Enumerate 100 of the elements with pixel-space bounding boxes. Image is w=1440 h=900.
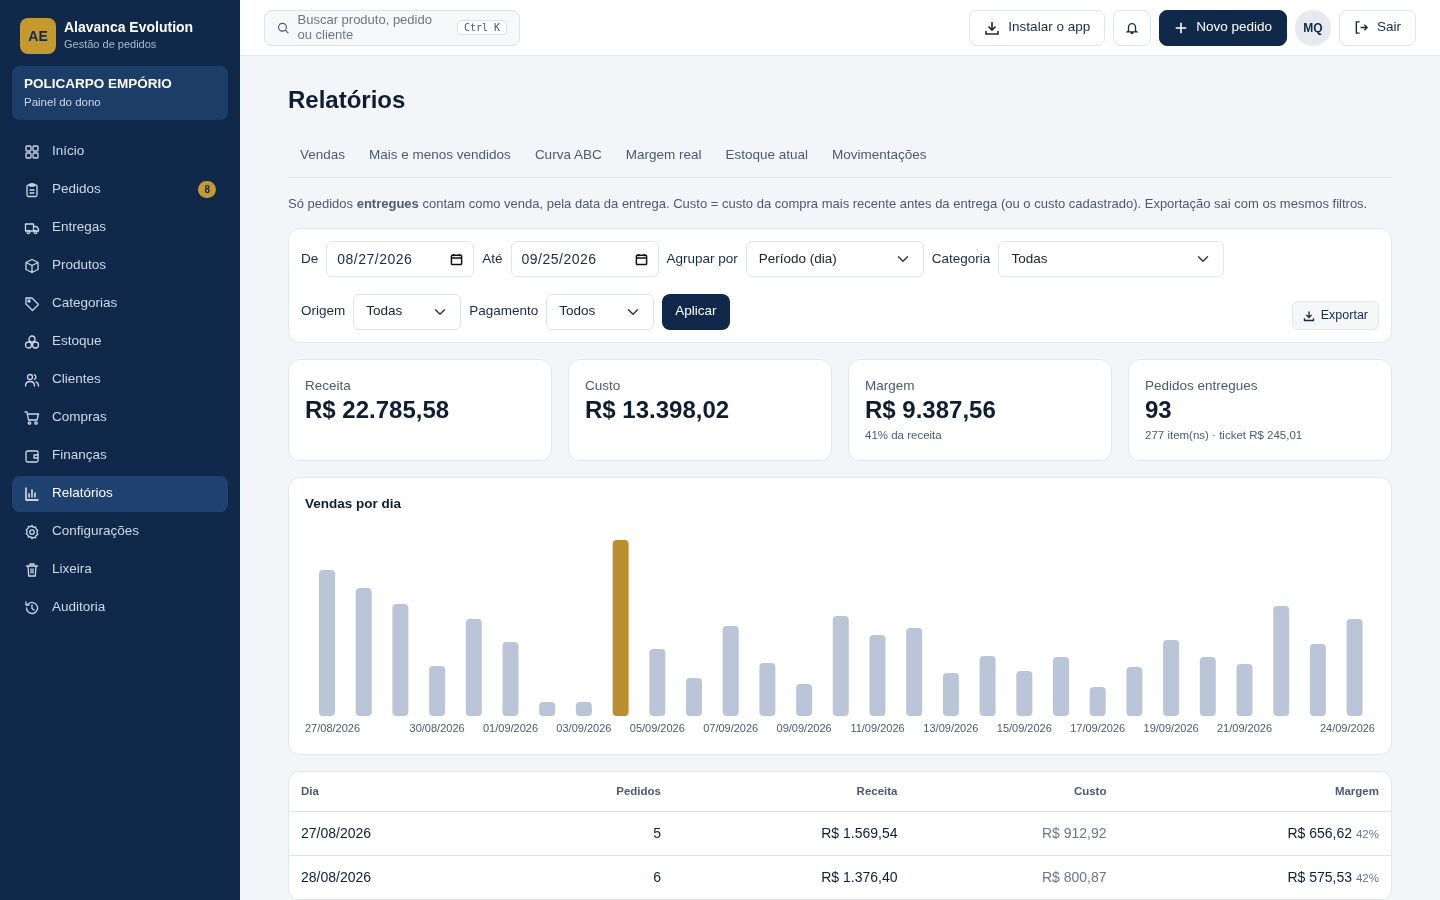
sidebar-item[interactable]: Entregas [12,209,228,246]
brand-subtitle: Gestão de pedidos [64,37,158,53]
sidebar-item[interactable]: Compras [12,399,228,436]
select-field[interactable]: Todos [546,293,655,330]
table-cell: R$ 800,87 [909,855,1119,900]
sidebar-item[interactable]: Lixeira [12,551,228,588]
column-header: Pedidos [510,772,673,812]
stat-note: 41% da receita [865,428,943,443]
sidebar-item[interactable]: Categorias [12,285,228,322]
filter-label: Agrupar por [666,250,738,269]
stat-note: 277 item(ns) · ticket R$ 245,01 [1145,428,1304,443]
notifications-button[interactable] [1113,9,1152,46]
store-card[interactable]: POLICARPO EMPÓRIO Painel do dono [12,66,228,120]
table-cell: 27/08/2026 [289,811,511,856]
calendar-icon [450,253,464,267]
column-header: Margem [1118,772,1391,812]
tab[interactable]: Movimentações [820,136,939,178]
bell-icon [1125,20,1140,35]
table-cell: 5 [510,811,673,856]
grid-icon [24,143,40,160]
axis-label: 07/09/2026 [703,722,759,735]
axis-label: 15/09/2026 [996,722,1052,735]
filter-label: Até [482,250,503,269]
axis-label: 11/09/2026 [850,722,905,735]
install-button[interactable]: Instalar o app [969,9,1106,46]
stat-label: Custo [585,376,622,395]
chart-bar [686,678,702,717]
sidebar-item[interactable]: Pedidos 8 [12,171,228,208]
export-button[interactable]: Exportar [1291,301,1379,330]
sidebar-item[interactable]: Início [12,133,228,170]
stat-label: Receita [305,376,352,395]
date-field[interactable]: 09/25/2026 [510,241,659,278]
chart-bar [1016,671,1033,717]
download-icon [1302,309,1315,322]
tab[interactable]: Margem real [613,136,714,178]
table-cell: R$ 912,92 [909,811,1119,856]
page-title: Relatórios [288,86,407,115]
brand-name: Alavanca Evolution [64,19,194,37]
stat-label: Margem [865,376,916,395]
axis-label: 03/09/2026 [556,722,612,735]
store-subtitle: Painel do dono [24,95,102,111]
sidebar-item[interactable]: Finanças [12,437,228,474]
sidebar-item[interactable]: Auditoria [12,589,228,626]
sidebar-item-label: Pedidos [52,180,101,199]
chart-bar [1199,657,1216,717]
column-header: Receita [672,772,910,812]
sidebar-item[interactable]: Clientes [12,361,228,398]
chart-bar [575,702,592,717]
tag-icon [24,295,40,312]
axis-label: 21/09/2026 [1216,722,1273,735]
plus-icon [1174,20,1189,35]
sidebar-item[interactable]: Estoque [12,323,228,360]
chart-bar [1053,657,1069,717]
select-field[interactable]: Todas [353,293,462,330]
select-field[interactable]: Todas [998,241,1225,278]
date-field[interactable]: 08/27/2026 [326,241,475,278]
wallet-icon [24,447,40,464]
axis-label: 01/09/2026 [482,722,539,735]
chart-bar [1089,687,1106,717]
chart-title: Vendas por dia [305,494,403,513]
tab[interactable]: Curva ABC [522,136,614,178]
new-order-button[interactable]: Novo pedido [1159,9,1287,46]
chart-bar [539,702,556,717]
chart-icon [24,485,40,502]
stat-value: R$ 22.785,58 [305,396,451,425]
box-icon [24,257,40,274]
tab[interactable]: Vendas [288,136,358,178]
stat-label: Pedidos entregues [1145,376,1259,395]
shortcut-hint: Ctrl K [456,19,507,36]
axis-label: 05/09/2026 [629,722,685,735]
chart-bar [1236,664,1253,717]
axis-label: 24/09/2026 [1319,722,1375,735]
filter-label: Categoria [931,250,991,269]
user-avatar[interactable]: MQ [1295,9,1331,46]
tab[interactable]: Estoque atual [713,136,820,178]
boxes-icon [24,333,40,350]
logout-button[interactable]: Sair [1339,9,1416,46]
chart-bar [942,673,959,717]
search-field[interactable]: Buscar produto, pedido ou cliente Ctrl K [264,9,520,46]
brand-logo: AE [20,18,56,54]
tab[interactable]: Mais e menos vendidos [357,136,523,178]
count-badge: 8 [198,181,216,198]
column-header: Custo [909,772,1119,812]
calendar-icon [634,253,648,267]
chart-bar [796,684,813,717]
stat-value: R$ 13.398,02 [585,396,731,425]
sidebar-item[interactable]: Configurações [12,513,228,550]
logout-icon [1354,20,1369,35]
select-field[interactable]: Período (dia) [745,241,924,278]
sidebar-item[interactable]: Relatórios [12,475,228,512]
chart-bar [759,663,776,717]
apply-button[interactable]: Aplicar [662,293,730,330]
sidebar-item[interactable]: Produtos [12,247,228,284]
clipboard-icon [24,181,40,198]
stat-value: R$ 9.387,56 [865,396,997,425]
chart-bar [1126,667,1143,717]
gear-icon [24,523,40,540]
axis-label: 13/09/2026 [923,722,979,735]
chart-bar [429,666,446,717]
percent-label: 42% [1355,872,1379,885]
